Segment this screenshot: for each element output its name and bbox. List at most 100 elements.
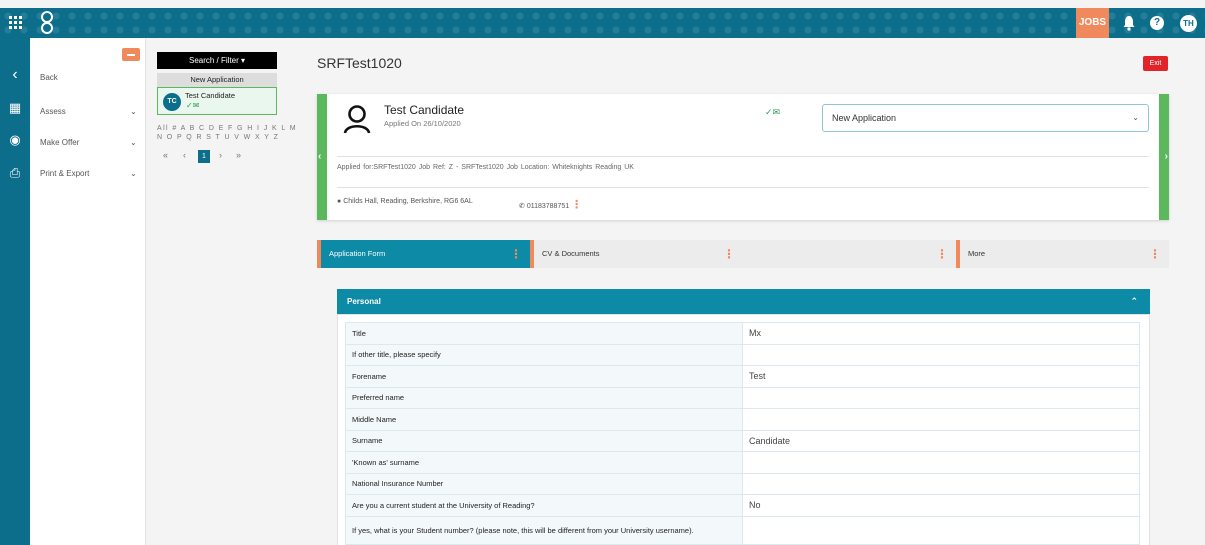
menu-item-make-offer[interactable]: Make Offer xyxy=(40,138,79,147)
more-options-icon[interactable]: ⋮ xyxy=(1149,240,1161,268)
field-label: 'Known as' surname xyxy=(345,451,743,474)
section-title: Personal xyxy=(347,297,381,306)
more-options-icon[interactable]: ⋮ xyxy=(571,199,582,211)
table-row: Are you a current student at the Univers… xyxy=(345,494,1140,517)
candidate-list-item[interactable]: TC Test Candidate ✓✉ xyxy=(157,87,277,115)
location-pin-icon: ● xyxy=(337,198,342,205)
personal-details-table: Title Mx If other title, please specify F… xyxy=(345,322,1140,545)
field-value xyxy=(742,451,1140,474)
candidate-list-panel: Search / Filter ▾ New Application TC Tes… xyxy=(157,52,296,164)
alphabet-row[interactable]: N O P Q R S T U V W X Y Z xyxy=(157,133,297,142)
checkmark-mail-icon: ✓✉ xyxy=(186,101,200,110)
current-page-button[interactable]: 1 xyxy=(198,150,210,163)
next-page-button[interactable]: › xyxy=(219,150,222,160)
make-offer-icon[interactable]: ◉ xyxy=(8,133,22,147)
divider xyxy=(337,187,1149,188)
table-row: Forename Test xyxy=(345,365,1140,388)
prev-page-button[interactable]: ‹ xyxy=(183,150,186,160)
tab-bar: Application Form ⋮ CV & Documents ⋮ ⋮ Mo… xyxy=(317,240,1169,268)
next-candidate-icon[interactable]: › xyxy=(1165,151,1168,162)
brand-logo-icon[interactable] xyxy=(38,8,58,38)
user-avatar[interactable]: TH xyxy=(1180,15,1197,32)
phone: ✆ 01183788751 ⋮ xyxy=(519,198,582,211)
alphabet-filter[interactable]: All # A B C D E F G H I J K L M N O P Q … xyxy=(157,124,297,142)
last-page-button[interactable]: » xyxy=(236,150,241,160)
field-label: Preferred name xyxy=(345,386,743,409)
menu-item-assess[interactable]: Assess xyxy=(40,107,66,116)
candidate-name: Test Candidate xyxy=(384,103,465,117)
tab-label: Application Form xyxy=(329,249,386,258)
jobs-button[interactable]: JOBS xyxy=(1076,8,1109,38)
candidate-name: Test Candidate xyxy=(185,91,236,100)
help-icon[interactable]: ? xyxy=(1150,16,1164,30)
page-title: SRFTest1020 xyxy=(317,55,402,71)
table-row: If yes, what is your Student number? (pl… xyxy=(345,515,1140,545)
search-filter-button[interactable]: Search / Filter ▾ xyxy=(157,52,277,69)
avatar: TC xyxy=(163,93,181,111)
group-header: New Application xyxy=(157,73,277,87)
print-icon[interactable]: ⎙ xyxy=(8,166,22,180)
icon-rail: ‹ ▦ ◉ ⎙ xyxy=(0,38,30,545)
pagination: « ‹ 1 › » xyxy=(157,150,277,164)
field-value xyxy=(742,472,1140,495)
menu-item-print-export[interactable]: Print & Export xyxy=(40,169,89,178)
tab-cv-documents[interactable]: CV & Documents ⋮ xyxy=(530,240,743,268)
field-value: No xyxy=(742,494,1140,517)
field-label: Title xyxy=(345,322,743,345)
table-row: Preferred name xyxy=(345,386,1140,409)
table-row: Title Mx xyxy=(345,322,1140,345)
chevron-down-icon: ⌄ xyxy=(1132,113,1139,122)
field-value: Candidate xyxy=(742,429,1140,452)
tab-more[interactable]: More ⋮ xyxy=(956,240,1169,268)
side-menu: Back Assess ⌄ Make Offer ⌄ Print & Expor… xyxy=(30,38,146,545)
field-value xyxy=(742,515,1140,545)
chevron-down-icon[interactable]: ⌄ xyxy=(130,138,137,147)
bell-icon[interactable] xyxy=(1123,15,1135,31)
collapse-panel-button[interactable] xyxy=(122,48,140,61)
divider xyxy=(337,156,1149,157)
field-label: Are you a current student at the Univers… xyxy=(345,494,743,517)
phone-text: 01183788751 xyxy=(526,203,570,210)
address: ● Childs Hall, Reading, Berkshire, RG6 6… xyxy=(337,198,473,205)
table-row: If other title, please specify xyxy=(345,343,1140,366)
field-label: If yes, what is your Student number? (pl… xyxy=(345,515,743,545)
chevron-down-icon[interactable]: ⌄ xyxy=(130,107,137,116)
chevron-down-icon[interactable]: ⌄ xyxy=(130,169,137,178)
exit-button[interactable]: Exit xyxy=(1143,56,1168,71)
tab-application-form[interactable]: Application Form ⋮ xyxy=(317,240,530,268)
address-text: Childs Hall, Reading, Berkshire, RG6 6AL xyxy=(343,198,473,205)
section-header-personal[interactable]: Personal ⌃ xyxy=(337,289,1150,314)
tab-label: CV & Documents xyxy=(542,249,600,258)
candidate-card: ‹ › Test Candidate Applied On 26/10/2020… xyxy=(317,94,1169,220)
chevron-up-icon[interactable]: ⌃ xyxy=(1130,289,1138,314)
field-value: Test xyxy=(742,365,1140,388)
assess-icon[interactable]: ▦ xyxy=(8,101,22,115)
phone-icon: ✆ xyxy=(519,203,525,210)
status-value: New Application xyxy=(832,113,897,123)
field-value xyxy=(742,386,1140,409)
field-label: Middle Name xyxy=(345,408,743,431)
field-label: Surname xyxy=(345,429,743,452)
table-row: National Insurance Number xyxy=(345,472,1140,495)
field-value xyxy=(742,343,1140,366)
first-page-button[interactable]: « xyxy=(163,150,168,160)
tab-empty[interactable]: ⋮ xyxy=(743,240,956,268)
apps-grid-icon[interactable] xyxy=(9,16,23,30)
application-status-select[interactable]: New Application ⌄ xyxy=(822,104,1149,132)
more-options-icon[interactable]: ⋮ xyxy=(723,240,735,268)
more-options-icon[interactable]: ⋮ xyxy=(936,240,948,268)
applied-date: Applied On 26/10/2020 xyxy=(384,119,461,128)
person-icon xyxy=(343,105,371,134)
table-row: 'Known as' surname xyxy=(345,451,1140,474)
table-row: Surname Candidate xyxy=(345,429,1140,452)
back-link[interactable]: Back xyxy=(40,73,58,82)
top-bar: JOBS ? TH xyxy=(0,8,1205,38)
field-label: If other title, please specify xyxy=(345,343,743,366)
field-label: Forename xyxy=(345,365,743,388)
back-chevron-icon[interactable]: ‹ xyxy=(8,67,22,83)
prev-candidate-icon[interactable]: ‹ xyxy=(318,151,321,162)
field-value xyxy=(742,408,1140,431)
more-options-icon[interactable]: ⋮ xyxy=(510,240,522,268)
alphabet-row[interactable]: All # A B C D E F G H I J K L M xyxy=(157,124,297,133)
field-value: Mx xyxy=(742,322,1140,345)
